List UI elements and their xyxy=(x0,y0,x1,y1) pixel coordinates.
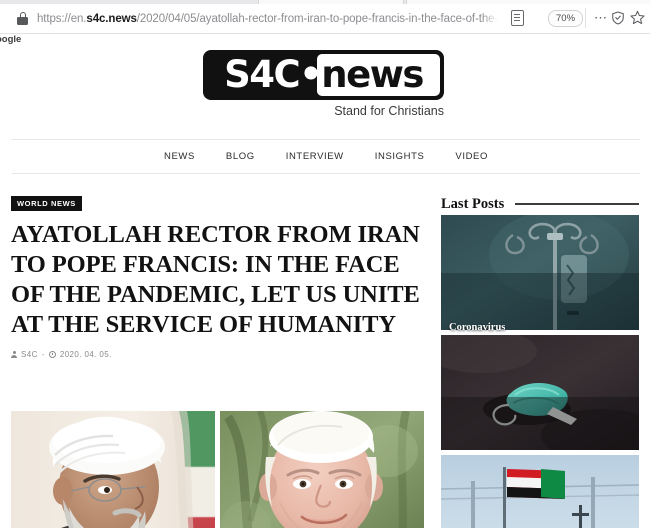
zoom-level-indicator[interactable]: 70% xyxy=(548,10,584,27)
article-image-pope-francis[interactable] xyxy=(220,411,424,528)
more-options-icon[interactable]: ⋯ xyxy=(594,11,608,24)
category-badge[interactable]: WORLD NEWS xyxy=(11,196,82,211)
sidebar-post-card[interactable]: Coronavirus increases the temptation amo… xyxy=(441,210,639,445)
logo-wordmark: S4C•news xyxy=(203,50,444,100)
bookmark-item-google[interactable]: oogle xyxy=(0,34,21,45)
bookmark-star-icon[interactable] xyxy=(630,10,645,25)
clock-icon xyxy=(48,351,56,358)
logo-part-news: news xyxy=(321,53,424,96)
url-scheme: https:// xyxy=(37,12,71,25)
logo-badge: S4C•news xyxy=(203,50,444,100)
article-title: AYATOLLAH RECTOR FROM IRAN TO POPE FRANC… xyxy=(11,221,420,338)
nav-item-interview[interactable]: INTERVIEW xyxy=(286,151,344,162)
article-image-row xyxy=(11,411,424,528)
toolbar-divider xyxy=(585,8,586,28)
browser-chrome: https://en.s4c.news/2020/04/05/ayatollah… xyxy=(0,0,650,45)
url-domain: s4c.news xyxy=(86,12,137,25)
sidebar-heading-label: Last Posts xyxy=(441,195,505,212)
logo-part-s4c: S4C xyxy=(224,53,301,96)
web-page: S4C•news Stand for Christians NEWS BLOG … xyxy=(0,45,650,528)
article-author: S4C xyxy=(21,350,38,359)
bookmarks-toolbar: oogle xyxy=(0,34,650,45)
sidebar: Last Posts xyxy=(425,193,650,528)
post-thumbnail-surgical-mask xyxy=(425,329,650,461)
sidebar-post-card[interactable]: Christian institutions produce surgical … xyxy=(425,329,650,528)
site-tagline: Stand for Christians xyxy=(334,104,444,118)
sidebar-heading-rule xyxy=(515,203,639,205)
article-date: 2020. 04. 05. xyxy=(59,350,112,359)
reader-view-icon[interactable] xyxy=(511,10,524,26)
sidebar-heading: Last Posts xyxy=(441,193,639,215)
site-logo[interactable]: S4C•news Stand for Christians xyxy=(203,50,444,118)
url-subdomain: en. xyxy=(70,12,87,25)
lock-icon xyxy=(17,12,28,25)
article-column: WORLD NEWS AYATOLLAH RECTOR FROM IRAN TO… xyxy=(11,193,424,528)
url-text-fade xyxy=(482,5,504,32)
nav-item-news[interactable]: NEWS xyxy=(164,151,195,162)
main-navigation: NEWS BLOG INTERVIEW INSIGHTS VIDEO xyxy=(12,139,640,174)
logo-dot-icon: • xyxy=(299,53,323,96)
nav-item-blog[interactable]: BLOG xyxy=(226,151,255,162)
nav-item-video[interactable]: VIDEO xyxy=(455,151,488,162)
author-icon xyxy=(11,350,17,359)
article-meta: S4C - 2020. 04. 05. xyxy=(11,350,423,359)
nav-item-insights[interactable]: INSIGHTS xyxy=(375,151,425,162)
article-image-ayatollah[interactable] xyxy=(11,411,215,528)
url-path: /2020/04/05/ayatollah-rector-from-iran-t… xyxy=(136,12,499,25)
meta-separator: - xyxy=(41,350,45,359)
site-header: S4C•news Stand for Christians xyxy=(0,45,650,140)
tracking-protection-shield-icon[interactable] xyxy=(611,11,625,25)
